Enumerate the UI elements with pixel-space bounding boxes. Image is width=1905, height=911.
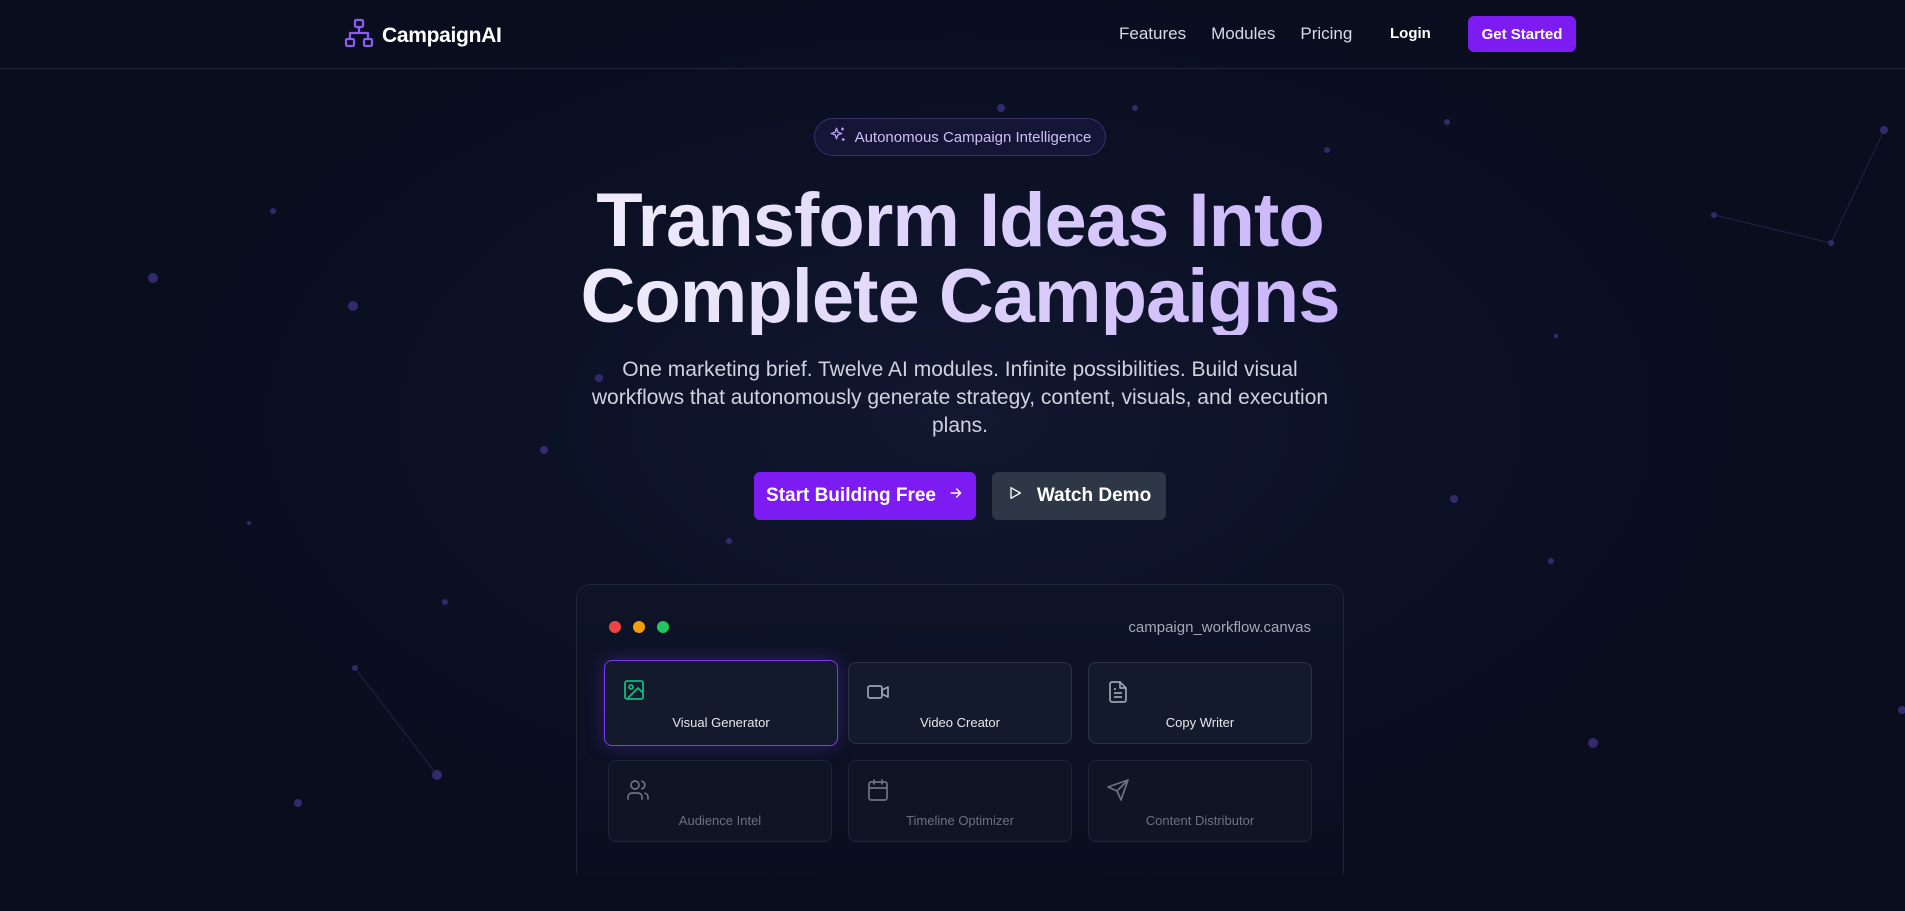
calendar-icon [866, 778, 890, 807]
hero-headline: Transform Ideas Into Complete Campaigns [0, 183, 1905, 335]
play-icon [1007, 485, 1023, 507]
canvas-filename: campaign_workflow.canvas [1128, 619, 1311, 636]
hero-subtext: One marketing brief. Twelve AI modules. … [591, 358, 1329, 437]
watch-demo-button[interactable]: Watch Demo [992, 472, 1166, 520]
maximize-dot [657, 621, 669, 633]
start-building-button[interactable]: Start Building Free [754, 472, 976, 520]
image-icon [622, 678, 646, 707]
close-dot [609, 621, 621, 633]
arrow-right-icon [948, 485, 964, 507]
module-label: Copy Writer [1165, 715, 1235, 730]
nav-link-modules[interactable]: Modules [1211, 24, 1275, 44]
get-started-button[interactable]: Get Started [1468, 16, 1576, 52]
start-building-label: Start Building Free [766, 485, 936, 506]
module-label: Audience Intel [678, 813, 762, 828]
module-label: Timeline Optimizer [906, 813, 1014, 828]
window-controls [609, 621, 669, 633]
module-video-creator[interactable]: Video Creator [848, 662, 1072, 744]
sparkles-icon [829, 126, 847, 148]
brand-logo[interactable]: CampaignAI [344, 18, 502, 53]
send-icon [1106, 778, 1130, 807]
module-visual-generator[interactable]: Visual Generator [604, 660, 838, 746]
document-icon [1106, 680, 1130, 709]
top-navbar: CampaignAI Features Modules Pricing Logi… [0, 0, 1905, 69]
workflow-logo-icon [344, 18, 374, 53]
headline-line-1: Transform Ideas Into [0, 183, 1905, 259]
hero-badge-label: Autonomous Campaign Intelligence [854, 128, 1092, 146]
module-audience-intel[interactable]: Audience Intel [608, 760, 832, 842]
module-content-distributor[interactable]: Content Distributor [1088, 760, 1312, 842]
module-timeline-optimizer[interactable]: Timeline Optimizer [848, 760, 1072, 842]
video-icon [866, 680, 890, 709]
module-label: Content Distributor [1145, 813, 1255, 828]
login-link[interactable]: Login [1390, 25, 1431, 42]
nav-link-features[interactable]: Features [1119, 24, 1186, 44]
brand-name: CampaignAI [382, 23, 502, 47]
nav-link-pricing[interactable]: Pricing [1300, 24, 1352, 44]
users-icon [626, 778, 650, 807]
module-label: Video Creator [920, 715, 1000, 730]
minimize-dot [633, 621, 645, 633]
workflow-canvas-preview: campaign_workflow.canvas Visual Generato… [576, 584, 1344, 874]
module-copy-writer[interactable]: Copy Writer [1088, 662, 1312, 744]
headline-line-2: Complete Campaigns [0, 259, 1905, 335]
watch-demo-label: Watch Demo [1036, 485, 1152, 506]
nav-links: Features Modules Pricing [1119, 24, 1377, 44]
hero-badge: Autonomous Campaign Intelligence [814, 118, 1106, 156]
module-label: Visual Generator [672, 715, 770, 730]
